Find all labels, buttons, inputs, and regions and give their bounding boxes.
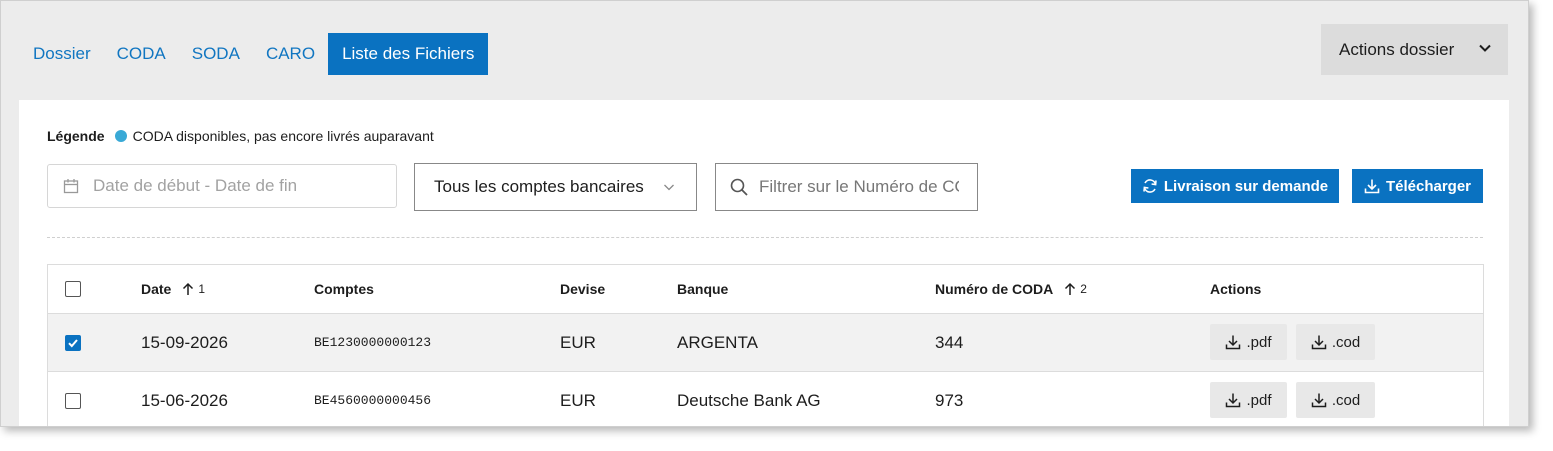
actions-dossier-button[interactable]: Actions dossier <box>1321 24 1508 75</box>
download-icon <box>1311 335 1327 350</box>
row-checkbox[interactable] <box>65 392 81 409</box>
refresh-icon <box>1143 179 1157 193</box>
row-coda-number: 973 <box>935 390 964 410</box>
date-range-field[interactable] <box>47 164 397 208</box>
column-header-numero-coda[interactable]: Numéro de CODA 2 <box>935 265 1087 313</box>
select-all-checkbox[interactable] <box>65 281 81 297</box>
row-currency: EUR <box>560 332 596 352</box>
search-input[interactable] <box>757 176 961 198</box>
divider <box>47 237 1483 238</box>
tab-dossier[interactable]: Dossier <box>20 33 104 75</box>
legend: Légende CODA disponibles, pas encore liv… <box>47 128 434 144</box>
download-icon <box>1364 179 1380 194</box>
livraison-label: Livraison sur demande <box>1163 177 1329 195</box>
table-header-row: Date 1 Comptes Devise Banque Numéro de C… <box>48 265 1483 314</box>
arrow-up-icon <box>1065 282 1076 295</box>
download-cod-label: .cod <box>1331 333 1361 351</box>
column-header-banque: Banque <box>677 281 729 297</box>
tab-caro[interactable]: CARO <box>253 33 328 75</box>
download-cod-button[interactable]: .cod <box>1296 324 1375 360</box>
content-panel: Légende CODA disponibles, pas encore liv… <box>19 100 1509 426</box>
actions-dossier-label: Actions dossier <box>1339 39 1455 59</box>
table-row[interactable]: 15-06-2026 BE4560000000456 EUR Deutsche … <box>48 372 1483 426</box>
search-field[interactable] <box>715 163 978 211</box>
legend-title: Légende <box>47 128 105 144</box>
row-date: 15-09-2026 <box>141 332 228 352</box>
sort-indicator-numero-coda: 2 <box>1063 282 1087 296</box>
column-label-numero-coda: Numéro de CODA <box>935 281 1054 297</box>
column-header-actions: Actions <box>1210 281 1262 297</box>
download-pdf-button[interactable]: .pdf <box>1210 324 1287 360</box>
download-pdf-label: .pdf <box>1246 333 1272 351</box>
sort-indicator-date: 1 <box>181 282 205 296</box>
account-select[interactable]: Tous les comptes bancaires <box>414 163 697 211</box>
row-account: BE1230000000123 <box>314 335 432 350</box>
column-header-date[interactable]: Date 1 <box>141 265 205 313</box>
livraison-sur-demande-button[interactable]: Livraison sur demande <box>1131 169 1339 203</box>
checkmark-icon <box>68 338 78 347</box>
chevron-down-icon <box>1479 44 1491 52</box>
account-select-value: Tous les comptes bancaires <box>434 177 644 196</box>
row-bank: Deutsche Bank AG <box>677 390 821 410</box>
chevron-down-icon <box>664 184 674 191</box>
app-window: Dossier CODA SODA CARO Liste des Fichier… <box>0 0 1529 427</box>
row-checkbox[interactable] <box>65 334 81 351</box>
column-header-comptes: Comptes <box>314 281 374 297</box>
row-account: BE4560000000456 <box>314 393 432 408</box>
select-all-cell <box>65 265 81 313</box>
telecharger-label: Télécharger <box>1385 177 1472 195</box>
download-pdf-label: .pdf <box>1246 391 1272 409</box>
sort-order-date: 1 <box>198 282 206 296</box>
download-cod-button[interactable]: .cod <box>1296 382 1375 418</box>
column-header-devise: Devise <box>560 281 606 297</box>
telecharger-button[interactable]: Télécharger <box>1352 169 1483 203</box>
download-icon <box>1226 335 1241 350</box>
sort-order-numero-coda: 2 <box>1080 282 1087 296</box>
legend-dot <box>114 130 127 142</box>
tab-soda[interactable]: SODA <box>179 33 253 75</box>
download-pdf-button[interactable]: .pdf <box>1210 382 1287 418</box>
row-select-cell <box>65 314 81 371</box>
arrow-up-icon <box>183 282 194 295</box>
date-range-input[interactable] <box>91 175 395 197</box>
row-currency: EUR <box>560 390 596 410</box>
column-label-date: Date <box>141 281 172 297</box>
download-icon <box>1311 393 1327 408</box>
table-row[interactable]: 15-09-2026 BE1230000000123 EUR ARGENTA 3… <box>48 314 1483 372</box>
row-date: 15-06-2026 <box>141 390 228 410</box>
download-icon <box>1226 393 1241 408</box>
tab-liste-des-fichiers[interactable]: Liste des Fichiers <box>328 33 489 75</box>
tab-bar: Dossier CODA SODA CARO Liste des Fichier… <box>20 33 489 75</box>
calendar-icon <box>63 179 79 194</box>
row-bank: ARGENTA <box>677 332 758 352</box>
tab-coda[interactable]: CODA <box>104 33 179 75</box>
files-table: Date 1 Comptes Devise Banque Numéro de C… <box>47 264 1484 426</box>
row-select-cell <box>65 372 81 426</box>
download-cod-label: .cod <box>1331 391 1361 409</box>
row-coda-number: 344 <box>935 332 964 352</box>
legend-text: CODA disponibles, pas encore livrés aupa… <box>132 128 434 144</box>
search-icon <box>730 178 748 196</box>
